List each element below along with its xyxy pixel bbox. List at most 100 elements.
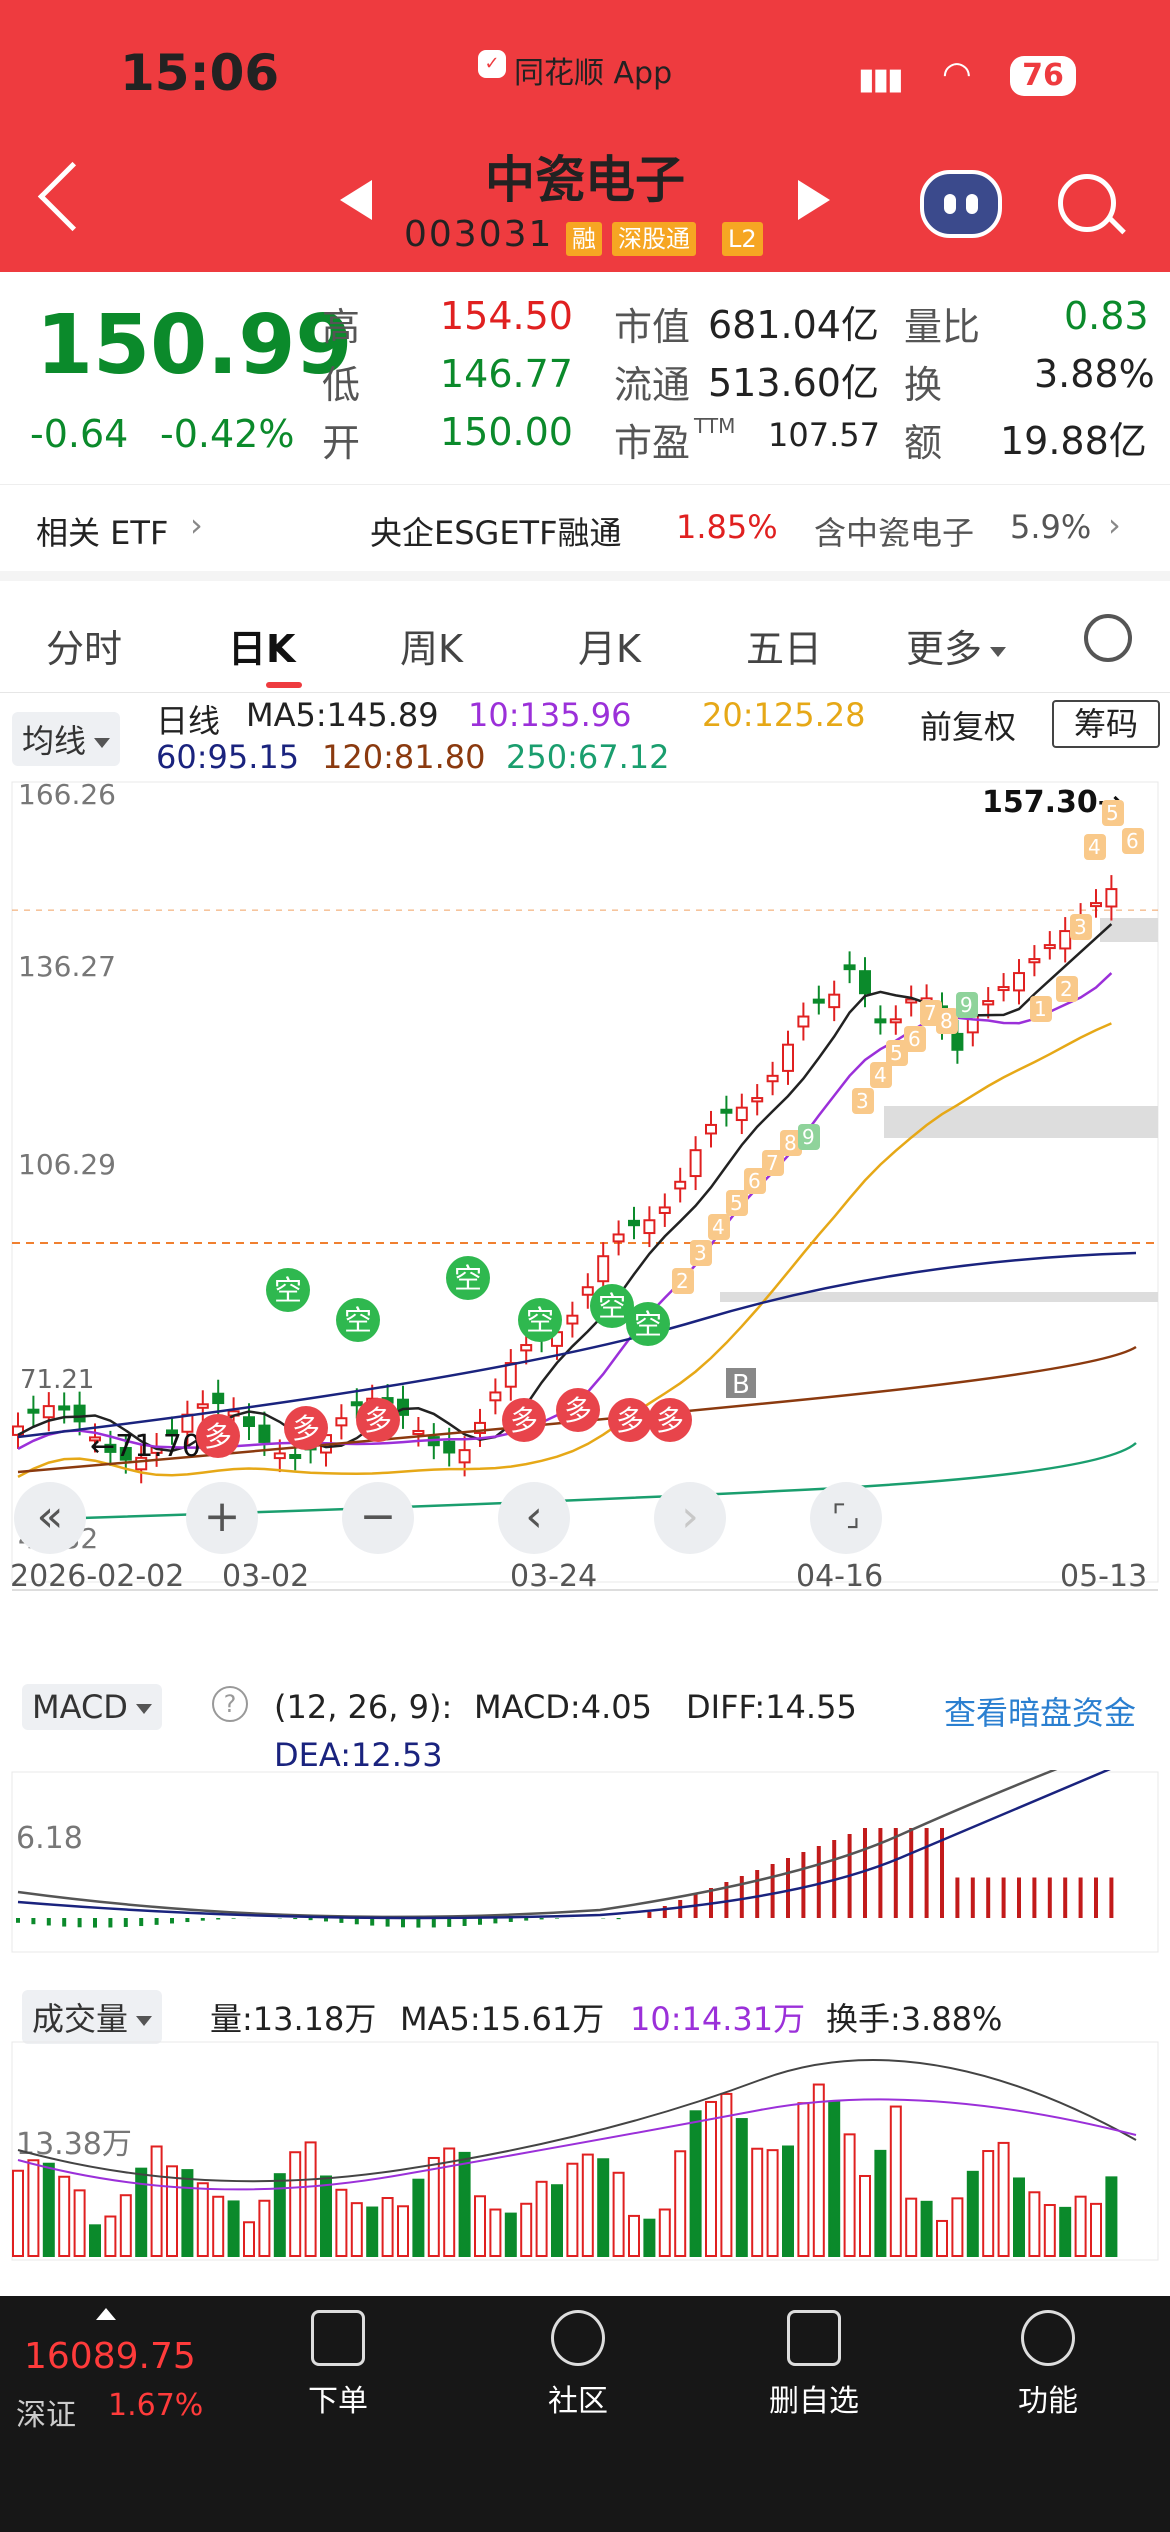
candle-down [243,1416,255,1428]
candle-up [797,1015,810,1028]
chips-button[interactable]: 筹码 [1052,700,1160,748]
volume-bar-down [366,2206,379,2258]
left-price-label: 71.21 [20,1365,94,1395]
volume-bar-up [304,2141,317,2257]
nav-functions[interactable]: 功能 [978,2310,1118,2420]
kline-chart[interactable]: 166.26136.27106.2946.32157.30→←71.7071.2… [0,776,1170,1592]
td-count-label: 3 [1074,915,1087,939]
ma-select[interactable]: 均线 [12,712,121,766]
help-icon[interactable]: ? [212,1686,248,1722]
x-axis-label: 03-02 [222,1559,309,1592]
signal-duo-label: 多 [564,1394,592,1427]
td-count-label: 2 [676,1269,689,1293]
etf-name[interactable]: 央企ESGETF融通 [370,508,622,554]
volume-bar-up [705,2100,717,2258]
volume-bar-down [735,2118,748,2258]
pe-ttm-label: TTM [694,414,736,438]
volume-select[interactable]: 成交量 [22,1990,163,2044]
chevron-down-icon [136,2016,153,2026]
volume-ma5: MA5:15.61万 [400,2000,605,2038]
candle-down [874,1018,887,1024]
nav-community[interactable]: 社区 [508,2310,648,2420]
td-count-label: 7 [924,1001,937,1025]
tab-week-k[interactable]: 周K [400,618,463,673]
volume-bar-up [1090,2202,1102,2258]
open-label: 开 [322,421,361,465]
max-price-label: 157.30→ [982,785,1123,820]
candle-up [412,1429,425,1435]
nav-remove-watch[interactable]: 删自选 [744,2310,884,2420]
volume-bar-up [1028,2191,1041,2257]
volume-bar-up [489,2208,502,2257]
zoom-in-button[interactable]: + [186,1482,258,1554]
next-stock-arrow-icon[interactable] [798,180,830,220]
tab-month-k[interactable]: 月K [578,618,641,673]
volume-bar-down [597,2158,610,2258]
tab-more[interactable]: 更多 [906,618,1007,673]
prev-stock-arrow-icon[interactable] [340,180,372,220]
signal-duo-label: 多 [656,1404,684,1437]
macd-y-label: 6.18 [16,1821,83,1856]
candle-up [705,1123,717,1135]
volume-bar-down [643,2218,656,2257]
price-change: -0.64 [30,412,129,456]
open-value: 150.00 [440,410,573,454]
nav-order-label: 下单 [308,2384,368,2419]
tab-five-day[interactable]: 五日 [746,618,822,673]
candle-down [350,1401,363,1407]
adjust-mode[interactable]: 前复权 [920,702,1016,748]
candle-up [982,1000,995,1006]
macd-chart: 6.18 [11,1770,1159,1953]
volume-bar-up [335,2188,348,2257]
pe-value: 107.57 [768,416,880,454]
tab-day-k[interactable]: 日K [228,618,295,673]
td-count-label: 4 [712,1215,725,1239]
ma-select-label: 均线 [22,722,87,760]
fast-back-button[interactable]: « [14,1482,86,1554]
macd-select[interactable]: MACD [22,1684,162,1730]
macd-dea: DEA:12.53 [274,1736,443,1774]
volume-bar-up [520,2202,533,2258]
scroll-left-button[interactable]: ‹ [498,1482,570,1554]
tab-more-label: 更多 [906,627,983,671]
nav-order[interactable]: 下单 [268,2310,408,2420]
td-count-label: 9 [802,1125,815,1149]
td-count-label: 2 [1060,977,1073,1001]
robot-assistant-icon[interactable] [920,170,1002,238]
signal-kong-label: 空 [526,1304,554,1337]
volume-bar-down [966,2170,979,2257]
pe-label: 市盈 [614,421,691,465]
scroll-right-button[interactable]: › [654,1482,726,1554]
index-value[interactable]: 16089.75 [24,2336,196,2377]
y-axis-label: 136.27 [18,950,116,983]
volume-bar-up [443,2147,456,2258]
high-label: 高 [322,305,361,349]
dark-pool-link[interactable]: 查看暗盘资金 [944,1688,1136,1734]
volume-bar-down [1105,2176,1118,2258]
volume-bar-up [1043,2204,1056,2258]
stock-name: 中瓷电子 [485,151,685,209]
volume-bar-up [566,2162,579,2258]
tab-timeshare[interactable]: 分时 [46,618,122,673]
volume-bar-down [782,2145,794,2257]
candle-down [289,1454,302,1460]
menu-icon [1021,2310,1075,2366]
zoom-out-button[interactable]: − [342,1482,414,1554]
candle-up [689,1149,702,1178]
search-icon[interactable] [1058,174,1116,232]
app-logo-icon: ✓ [478,50,506,78]
volume-bar-down [135,2167,148,2258]
candle-up [1105,888,1118,908]
candle-up [1090,902,1102,908]
stock-code: 003031 [404,214,554,255]
low-label: 低 [322,363,361,407]
volume-bar-up [889,2105,902,2258]
index-pct: 1.67% [108,2388,204,2423]
x-axis-label: 05-13 [1060,1559,1147,1592]
volratio-label: 量比 [904,305,981,349]
td-count-label: 9 [960,993,973,1017]
gear-icon[interactable] [1084,614,1132,662]
signal-kong-label: 空 [344,1304,372,1337]
fullscreen-button[interactable]: ⌜⌟ [810,1482,882,1554]
triangle-up-icon [96,2308,116,2320]
